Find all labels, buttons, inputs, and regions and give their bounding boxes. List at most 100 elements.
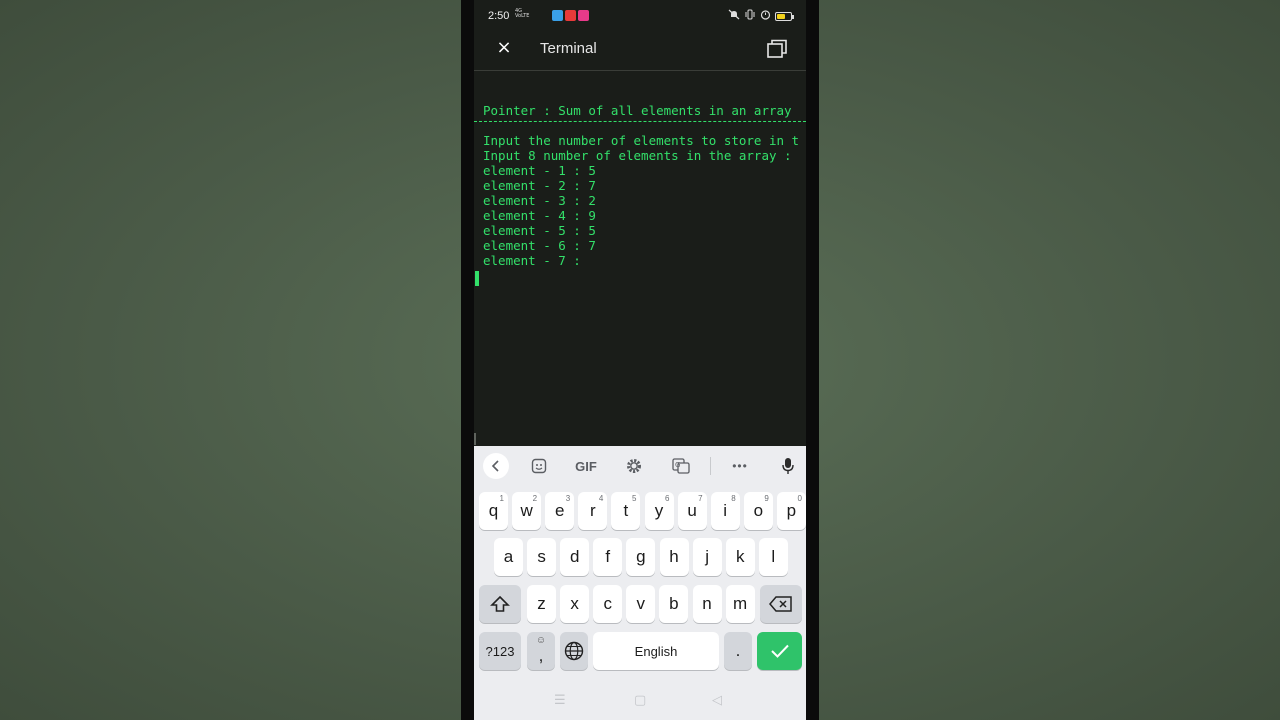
key-d[interactable]: d bbox=[560, 538, 590, 576]
key-label: s bbox=[537, 547, 546, 566]
space-key[interactable]: English bbox=[593, 632, 719, 670]
more-icon[interactable]: ••• bbox=[728, 456, 752, 476]
alarm-icon bbox=[760, 9, 771, 23]
language-key[interactable] bbox=[560, 632, 588, 670]
key-y[interactable]: y6 bbox=[644, 492, 674, 530]
enter-key[interactable] bbox=[757, 632, 802, 670]
backspace-key[interactable] bbox=[760, 585, 802, 623]
terminal-cursor bbox=[475, 271, 479, 286]
key-label: f bbox=[605, 547, 611, 566]
terminal-line: element - 6 : 7 bbox=[483, 238, 596, 253]
key-q[interactable]: q1 bbox=[479, 492, 508, 530]
key-j[interactable]: j bbox=[692, 538, 722, 576]
comma-key[interactable]: ☺, bbox=[527, 632, 555, 670]
key-label: ?123 bbox=[485, 643, 515, 659]
check-icon bbox=[770, 644, 789, 658]
key-w[interactable]: w2 bbox=[512, 492, 542, 530]
home-nav-button[interactable]: ▢ bbox=[634, 693, 646, 708]
key-label: c bbox=[603, 594, 612, 613]
key-s[interactable]: s bbox=[527, 538, 557, 576]
toolbar-divider bbox=[710, 457, 711, 475]
key-label: v bbox=[636, 594, 646, 613]
navigation-bar: ☰ ▢ ◁ bbox=[474, 680, 806, 720]
key-label: p bbox=[786, 501, 797, 520]
key-t[interactable]: t5 bbox=[611, 492, 641, 530]
app-bar: × Terminal bbox=[474, 32, 806, 71]
key-hint: 6 bbox=[665, 494, 670, 503]
key-e[interactable]: e3 bbox=[545, 492, 575, 530]
key-label: w bbox=[520, 501, 533, 520]
globe-icon bbox=[564, 641, 584, 661]
scroll-indicator[interactable] bbox=[474, 433, 476, 445]
key-o[interactable]: o9 bbox=[743, 492, 773, 530]
key-label: a bbox=[503, 547, 514, 566]
terminal-line: element - 5 : 5 bbox=[483, 223, 596, 238]
app-title: Terminal bbox=[540, 40, 597, 57]
key-p[interactable]: p0 bbox=[776, 492, 806, 530]
key-c[interactable]: c bbox=[593, 585, 623, 623]
key-label: g bbox=[636, 547, 646, 566]
status-icons bbox=[728, 9, 794, 23]
terminal-line: element - 2 : 7 bbox=[483, 178, 596, 193]
key-n[interactable]: n bbox=[692, 585, 722, 623]
key-k[interactable]: k bbox=[725, 538, 755, 576]
battery-icon bbox=[775, 11, 794, 21]
key-u[interactable]: u7 bbox=[677, 492, 707, 530]
notification-icon bbox=[578, 10, 589, 21]
notification-icons bbox=[552, 10, 589, 21]
key-m[interactable]: m bbox=[725, 585, 755, 623]
symbols-key[interactable]: ?123 bbox=[479, 632, 521, 670]
key-hint: 0 bbox=[797, 494, 802, 503]
back-icon[interactable] bbox=[483, 453, 509, 479]
battery-tip bbox=[792, 14, 794, 19]
back-nav-button[interactable]: ◁ bbox=[712, 693, 722, 708]
key-f[interactable]: f bbox=[593, 538, 623, 576]
key-l[interactable]: l bbox=[758, 538, 788, 576]
key-label: r bbox=[589, 501, 596, 520]
period-key[interactable]: . bbox=[724, 632, 752, 670]
close-button[interactable]: × bbox=[494, 38, 514, 58]
key-i[interactable]: i8 bbox=[710, 492, 740, 530]
key-b[interactable]: b bbox=[659, 585, 689, 623]
terminal-separator bbox=[474, 121, 806, 129]
key-label: m bbox=[733, 594, 748, 613]
key-label: x bbox=[570, 594, 579, 613]
key-label: , bbox=[538, 646, 544, 665]
key-label: b bbox=[669, 594, 679, 613]
phone-screen: 2:50 4G VoLTE × Terminal Pointer: Sum o… bbox=[474, 0, 806, 720]
key-z[interactable]: z bbox=[527, 585, 556, 623]
key-a[interactable]: a bbox=[494, 538, 523, 576]
settings-icon[interactable] bbox=[624, 456, 644, 476]
terminal-header-line: Pointer : Sum of all elements in an arra… bbox=[483, 103, 792, 118]
window-icon[interactable] bbox=[766, 39, 788, 59]
shift-icon bbox=[490, 595, 510, 612]
key-label: z bbox=[537, 594, 546, 613]
key-label: t bbox=[623, 501, 629, 520]
key-r[interactable]: r4 bbox=[578, 492, 608, 530]
key-h[interactable]: h bbox=[659, 538, 689, 576]
notification-icon bbox=[552, 10, 563, 21]
shift-key[interactable] bbox=[479, 585, 521, 623]
key-label: e bbox=[554, 501, 565, 520]
key-label: d bbox=[569, 547, 580, 566]
key-label: j bbox=[705, 547, 709, 566]
translate-icon[interactable]: G bbox=[670, 456, 692, 476]
sticker-icon[interactable] bbox=[529, 456, 549, 476]
key-v[interactable]: v bbox=[626, 585, 656, 623]
volte-label: VoLTE bbox=[515, 13, 530, 19]
network-indicator: 4G VoLTE bbox=[515, 9, 529, 19]
vibrate-icon bbox=[744, 9, 756, 23]
on-screen-keyboard: GIF G ••• q1w2e3r4t5y6u7i8o9p0asdfghjklz… bbox=[474, 446, 806, 680]
key-hint: 2 bbox=[532, 494, 538, 503]
status-time: 2:50 bbox=[488, 10, 510, 22]
key-hint: 8 bbox=[731, 494, 736, 503]
mic-icon[interactable] bbox=[778, 456, 798, 476]
terminal-output[interactable]: Pointer : Sum of all elements in an arra… bbox=[474, 71, 806, 446]
key-hint: 3 bbox=[565, 494, 571, 503]
key-x[interactable]: x bbox=[560, 585, 590, 623]
menu-nav-button[interactable]: ☰ bbox=[554, 693, 566, 708]
key-label: i bbox=[723, 501, 728, 520]
key-g[interactable]: g bbox=[626, 538, 656, 576]
key-label: q bbox=[488, 501, 499, 520]
gif-button[interactable]: GIF bbox=[573, 456, 599, 476]
